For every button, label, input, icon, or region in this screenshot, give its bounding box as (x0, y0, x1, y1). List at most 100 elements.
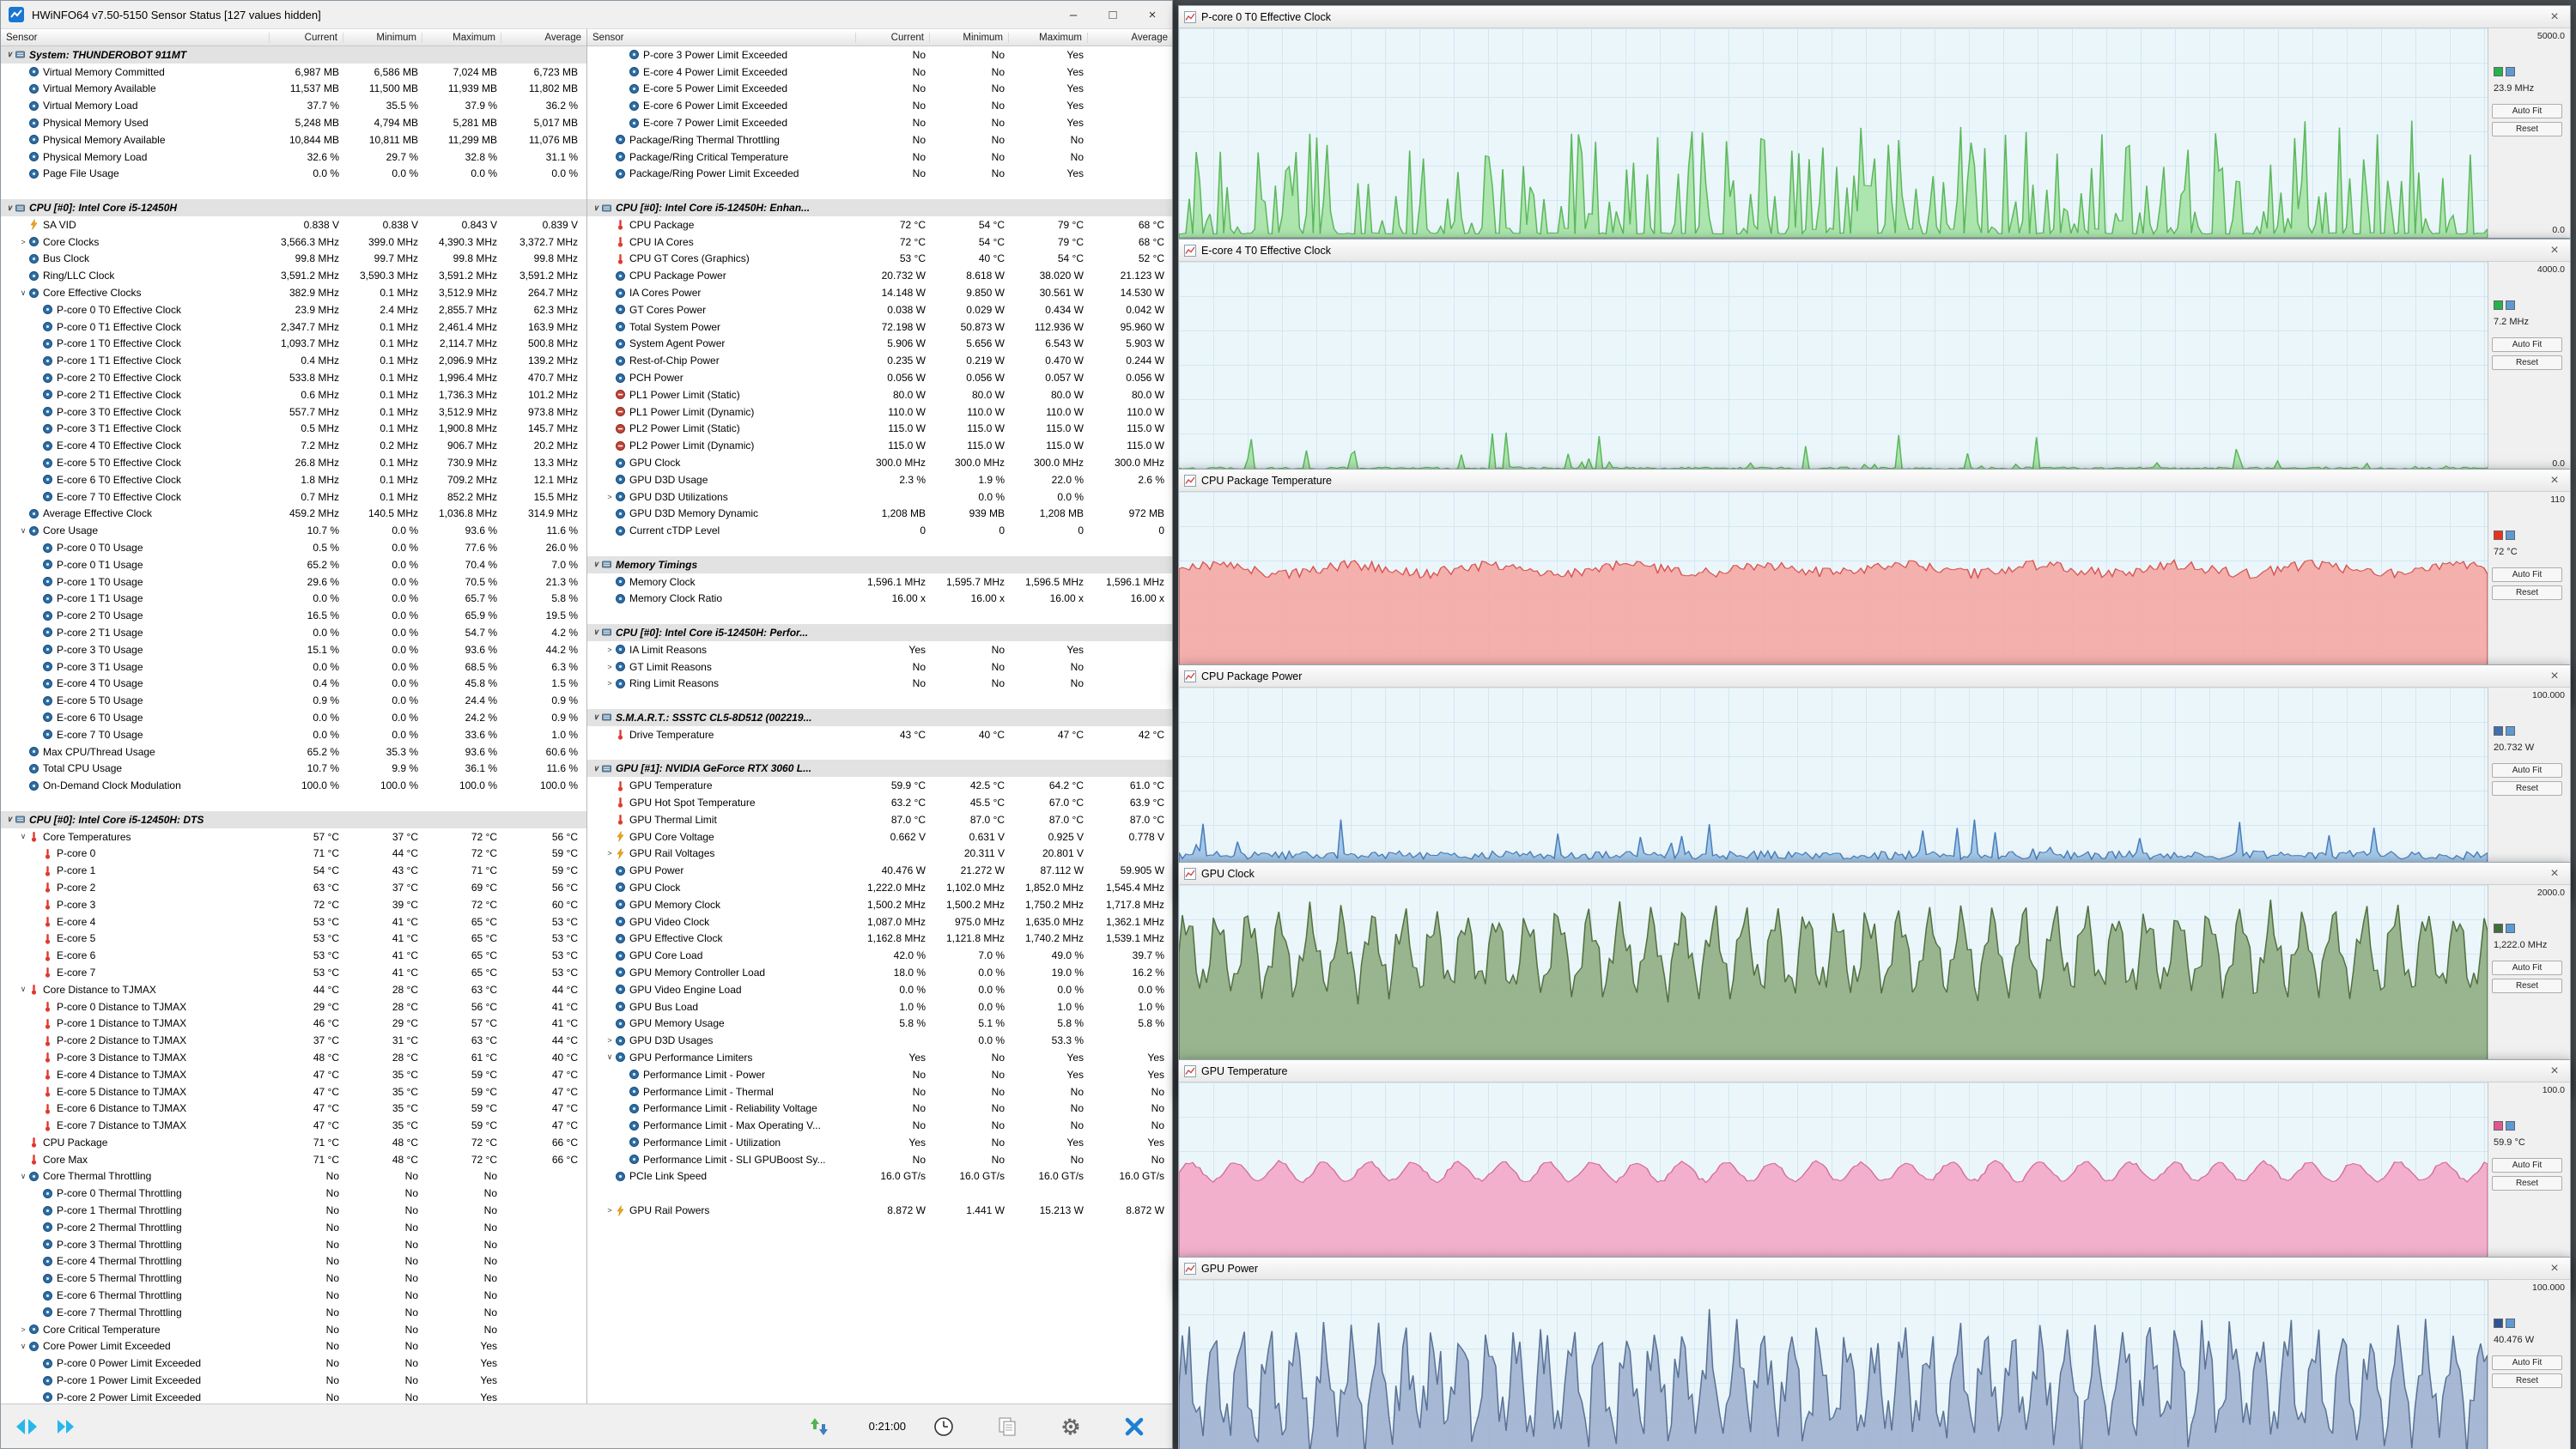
sensor-row[interactable]: CPU Package71 °C48 °C72 °C66 °C (1, 1134, 586, 1151)
background-color-swatch[interactable] (2506, 67, 2515, 76)
sensor-section-row[interactable]: ∨System: THUNDEROBOT 911MT (1, 46, 586, 64)
sensor-row[interactable]: CPU Package72 °C54 °C79 °C68 °C (587, 216, 1172, 233)
sensor-row[interactable]: P-core 1 T1 Usage0.0 %0.0 %65.7 %5.8 % (1, 591, 586, 608)
sensor-row[interactable]: Total System Power72.198 W50.873 W112.93… (587, 318, 1172, 336)
auto-fit-button[interactable]: Auto Fit (2492, 567, 2562, 582)
auto-fit-button[interactable]: Auto Fit (2492, 1355, 2562, 1370)
expand-chevron-icon[interactable]: > (605, 663, 615, 671)
reset-button[interactable]: Reset (2492, 355, 2562, 370)
sensor-row[interactable]: P-core 0 T1 Usage65.2 %0.0 %70.4 %7.0 % (1, 556, 586, 573)
sensor-row[interactable]: CPU GT Cores (Graphics)53 °C40 °C54 °C52… (587, 251, 1172, 268)
sensor-row[interactable]: E-core 653 °C41 °C65 °C53 °C (1, 947, 586, 964)
sensor-row[interactable]: E-core 753 °C41 °C65 °C53 °C (1, 964, 586, 981)
expand-chevron-icon[interactable]: > (605, 493, 615, 501)
sensor-row[interactable]: PCIe Link Speed16.0 GT/s16.0 GT/s16.0 GT… (587, 1168, 1172, 1185)
sensor-section-row[interactable]: ∨CPU [#0]: Intel Core i5-12450H: DTS (1, 811, 586, 828)
background-color-swatch[interactable] (2506, 1319, 2515, 1328)
sensor-row[interactable]: E-core 553 °C41 °C65 °C53 °C (1, 930, 586, 947)
collapse-chevron-icon[interactable]: ∨ (18, 985, 28, 994)
sensor-row[interactable]: Physical Memory Used5,248 MB4,794 MB5,28… (1, 114, 586, 131)
sensor-row[interactable]: P-core 2 T1 Usage0.0 %0.0 %54.7 %4.2 % (1, 624, 586, 641)
sensor-row[interactable]: GPU Thermal Limit87.0 °C87.0 °C87.0 °C87… (587, 811, 1172, 828)
background-color-swatch[interactable] (2506, 924, 2515, 933)
sensor-row[interactable]: E-core 4 T0 Usage0.4 %0.0 %45.8 %1.5 % (1, 675, 586, 692)
sensor-row[interactable]: >GPU Rail Powers8.872 W1.441 W15.213 W8.… (587, 1202, 1172, 1219)
graph-close-icon[interactable]: × (2544, 864, 2565, 883)
series-color-swatch[interactable] (2494, 67, 2503, 76)
swap-arrows-icon[interactable] (13, 1413, 40, 1440)
collapse-chevron-icon[interactable]: ∨ (18, 288, 28, 298)
window-titlebar[interactable]: HWiNFO64 v7.50-5150 Sensor Status [127 v… (1, 1, 1172, 29)
sensor-row[interactable]: PL1 Power Limit (Static)80.0 W80.0 W80.0… (587, 386, 1172, 403)
background-color-swatch[interactable] (2506, 726, 2515, 736)
graph-titlebar[interactable]: CPU Package Power× (1179, 665, 2570, 688)
column-header-sensor[interactable]: Sensor (587, 33, 855, 43)
collapse-chevron-icon[interactable]: ∨ (18, 1172, 28, 1181)
sensor-row[interactable]: >IA Limit ReasonsYesNoYes (587, 641, 1172, 658)
sensor-row[interactable]: P-core 1 Distance to TJMAX46 °C29 °C57 °… (1, 1015, 586, 1032)
sensor-row[interactable]: >GPU D3D Utilizations0.0 %0.0 % (587, 488, 1172, 506)
graph-titlebar[interactable]: GPU Temperature× (1179, 1060, 2570, 1082)
sensor-row[interactable]: >GPU Rail Voltages20.311 V20.801 V (587, 845, 1172, 862)
reset-button[interactable]: Reset (2492, 585, 2562, 600)
sensor-row[interactable]: P-core 3 Distance to TJMAX48 °C28 °C61 °… (1, 1049, 586, 1066)
sensor-row[interactable]: ∨Core Power Limit ExceededNoNoYes (1, 1338, 586, 1355)
column-header-minimum[interactable]: Minimum (929, 33, 1008, 43)
series-color-swatch[interactable] (2494, 726, 2503, 736)
sensor-row[interactable]: Performance Limit - ThermalNoNoNoNo (587, 1083, 1172, 1100)
sensor-row[interactable]: Performance Limit - Max Operating V...No… (587, 1117, 1172, 1134)
sensor-row[interactable]: Package/Ring Critical TemperatureNoNoNo (587, 149, 1172, 166)
sensor-row[interactable]: E-core 5 Distance to TJMAX47 °C35 °C59 °… (1, 1083, 586, 1100)
sensor-row[interactable]: IA Cores Power14.148 W9.850 W30.561 W14.… (587, 284, 1172, 301)
sensor-section-row[interactable]: ∨GPU [#1]: NVIDIA GeForce RTX 3060 L... (587, 760, 1172, 777)
sensor-row[interactable]: Performance Limit - SLI GPUBoost Sy...No… (587, 1151, 1172, 1168)
column-header-maximum[interactable]: Maximum (422, 33, 501, 43)
graph-titlebar[interactable]: P-core 0 T0 Effective Clock× (1179, 6, 2570, 28)
collapse-chevron-icon[interactable]: ∨ (4, 50, 15, 59)
sensor-row[interactable]: Page File Usage0.0 %0.0 %0.0 %0.0 % (1, 166, 586, 183)
background-color-swatch[interactable] (2506, 300, 2515, 310)
reset-button[interactable]: Reset (2492, 979, 2562, 993)
sensor-row[interactable]: Rest-of-Chip Power0.235 W0.219 W0.470 W0… (587, 352, 1172, 369)
collapse-chevron-icon[interactable]: ∨ (591, 627, 601, 637)
sensor-row[interactable]: ∨Core Temperatures57 °C37 °C72 °C56 °C (1, 828, 586, 846)
sensor-shuffle-icon[interactable] (805, 1413, 833, 1440)
collapse-chevron-icon[interactable]: ∨ (18, 526, 28, 536)
collapse-chevron-icon[interactable]: ∨ (4, 203, 15, 213)
collapse-chevron-icon[interactable]: ∨ (591, 203, 601, 213)
sensor-row[interactable]: E-core 6 Thermal ThrottlingNoNoNo (1, 1287, 586, 1304)
reset-button[interactable]: Reset (2492, 1176, 2562, 1191)
sensor-row[interactable]: E-core 5 Thermal ThrottlingNoNoNo (1, 1270, 586, 1287)
sensor-row[interactable]: Performance Limit - Reliability VoltageN… (587, 1100, 1172, 1117)
sensor-row[interactable]: Ring/LLC Clock3,591.2 MHz3,590.3 MHz3,59… (1, 267, 586, 284)
sensor-section-row[interactable]: ∨CPU [#0]: Intel Core i5-12450H (1, 199, 586, 216)
sensor-row[interactable]: GPU D3D Memory Dynamic1,208 MB939 MB1,20… (587, 506, 1172, 523)
sensor-row[interactable]: PL2 Power Limit (Static)115.0 W115.0 W11… (587, 421, 1172, 438)
sensor-row[interactable]: Current cTDP Level0000 (587, 522, 1172, 539)
sensor-row[interactable]: P-core 263 °C37 °C69 °C56 °C (1, 879, 586, 896)
sensor-row[interactable]: E-core 7 Thermal ThrottlingNoNoNo (1, 1304, 586, 1321)
sensor-row[interactable]: GPU Core Load42.0 %7.0 %49.0 %39.7 % (587, 947, 1172, 964)
minimize-button[interactable]: – (1054, 1, 1093, 29)
sensor-row[interactable]: Performance Limit - PowerNoNoYesYes (587, 1066, 1172, 1083)
sensor-row[interactable]: GPU Effective Clock1,162.8 MHz1,121.8 MH… (587, 930, 1172, 947)
auto-fit-button[interactable]: Auto Fit (2492, 961, 2562, 975)
sensor-row[interactable]: Virtual Memory Available11,537 MB11,500 … (1, 81, 586, 98)
auto-fit-button[interactable]: Auto Fit (2492, 104, 2562, 118)
sensor-row[interactable]: P-core 0 T1 Effective Clock2,347.7 MHz0.… (1, 318, 586, 336)
sensor-row[interactable]: GPU Memory Clock1,500.2 MHz1,500.2 MHz1,… (587, 896, 1172, 913)
sensor-row[interactable]: Memory Clock Ratio16.00 x16.00 x16.00 x1… (587, 591, 1172, 608)
sensor-row[interactable]: >Core Critical TemperatureNoNoNo (1, 1321, 586, 1338)
sensor-row[interactable]: Core Max71 °C48 °C72 °C66 °C (1, 1151, 586, 1168)
sensor-row[interactable]: P-core 3 Power Limit ExceededNoNoYes (587, 46, 1172, 64)
sensor-row[interactable]: P-core 2 T0 Effective Clock533.8 MHz0.1 … (1, 369, 586, 386)
clock-icon[interactable] (930, 1413, 957, 1440)
sensor-row[interactable]: ∨Core Distance to TJMAX44 °C28 °C63 °C44… (1, 981, 586, 998)
background-color-swatch[interactable] (2506, 530, 2515, 540)
sensor-row[interactable]: Virtual Memory Load37.7 %35.5 %37.9 %36.… (1, 97, 586, 114)
sensor-row[interactable]: E-core 6 T0 Usage0.0 %0.0 %24.2 %0.9 % (1, 709, 586, 726)
sensor-section-row[interactable]: ∨CPU [#0]: Intel Core i5-12450H: Perfor.… (587, 624, 1172, 641)
expand-chevron-icon[interactable]: > (605, 849, 615, 858)
sensor-row[interactable]: P-core 3 T1 Effective Clock0.5 MHz0.1 MH… (1, 421, 586, 438)
sensor-row[interactable]: E-core 5 T0 Usage0.9 %0.0 %24.4 %0.9 % (1, 692, 586, 709)
